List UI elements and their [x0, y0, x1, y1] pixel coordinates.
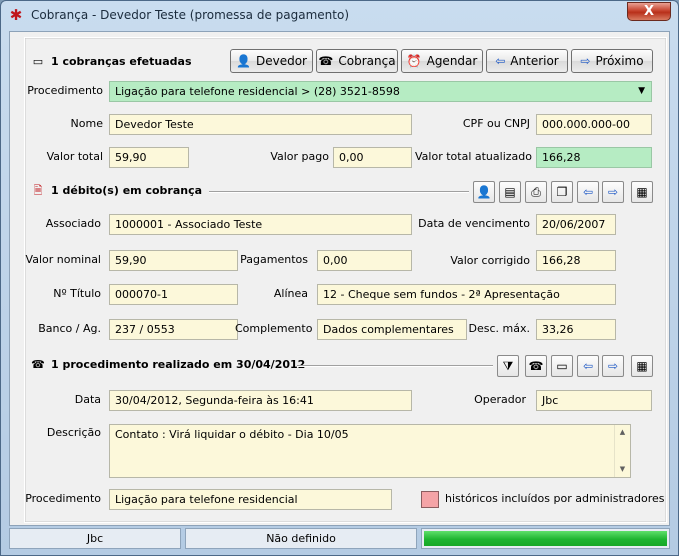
window-list-icon: ▭: [32, 55, 44, 68]
procedimento-section-header: ☎ 1 procedimento realizado em 30/04/2012: [29, 354, 305, 376]
banco-label: Banco / Ag.: [38, 322, 101, 335]
procedimento-divider: [297, 365, 493, 367]
close-button[interactable]: X: [627, 2, 671, 21]
debito-title: 1 débito(s) em cobrança: [51, 184, 203, 197]
client-area: ▭ 1 cobranças efetuadas 👤 Devedor ☎ Cobranç…: [9, 31, 670, 526]
person-coin-icon[interactable]: 👤: [473, 181, 495, 203]
scroll-up-icon[interactable]: ▲: [615, 425, 630, 440]
phone-add-icon[interactable]: ☎: [525, 355, 547, 377]
titulo-field[interactable]: 000070-1: [109, 284, 238, 305]
procedimento-select[interactable]: Ligação para telefone residencial > (28)…: [109, 81, 652, 102]
procedimento-title: 1 procedimento realizado em 30/04/2012: [51, 358, 306, 371]
descricao-text: Contato : Virá liquidar o débito - Dia 1…: [115, 428, 349, 441]
procedimento2-label: Procedimento: [25, 492, 101, 505]
anterior-button-label: Anterior: [510, 54, 559, 68]
valor-nominal-field[interactable]: 59,90: [109, 250, 238, 271]
debito-table-icon[interactable]: ▦: [631, 181, 653, 203]
status-progress-bar: [421, 528, 670, 549]
data-field[interactable]: 30/04/2012, Segunda-feira às 16:41: [109, 390, 412, 411]
procedimento2-field[interactable]: Ligação para telefone residencial: [109, 489, 392, 510]
proximo-button[interactable]: ⇨ Próximo: [571, 49, 653, 73]
nome-field[interactable]: Devedor Teste: [109, 114, 412, 135]
procedimento-prev-icon[interactable]: ⇦: [577, 355, 599, 377]
pagamentos-label: Pagamentos: [240, 253, 308, 266]
debt-document-icon: 🗎: [33, 184, 43, 197]
devedor-button-label: Devedor: [255, 54, 307, 68]
vencimento-label: Data de vencimento: [418, 217, 530, 230]
alarm-clock-icon: ⏰: [406, 54, 422, 68]
valor-total-field[interactable]: 59,90: [109, 147, 189, 168]
titulo-label: Nº Título: [53, 287, 101, 300]
pagamentos-field[interactable]: 0,00: [317, 250, 412, 271]
complemento-field[interactable]: Dados complementares: [317, 319, 467, 340]
valor-nominal-label: Valor nominal: [25, 253, 101, 266]
cpf-field[interactable]: 000.000.000-00: [536, 114, 652, 135]
nome-label: Nome: [70, 117, 103, 130]
status-state: Não definido: [185, 528, 417, 549]
valor-atualizado-label: Valor total atualizado: [415, 150, 532, 163]
valor-pago-field[interactable]: 0,00: [333, 147, 412, 168]
app-logo-icon: ✱: [9, 6, 23, 24]
status-progress-fill: [424, 531, 667, 546]
devedor-button[interactable]: 👤 Devedor: [230, 49, 313, 73]
procedimento-table-icon[interactable]: ▦: [631, 355, 653, 377]
person-icon: 👤: [236, 54, 251, 68]
debito-section-header: 🗎 1 débito(s) em cobrança: [29, 180, 202, 202]
admin-history-swatch: [421, 491, 439, 508]
arrow-right-icon: ⇨: [580, 54, 591, 68]
scroll-down-icon[interactable]: ▼: [615, 462, 630, 477]
debito-next-icon[interactable]: ⇨: [602, 181, 624, 203]
alinea-field[interactable]: 12 - Cheque sem fundos - 2ª Apresentação: [317, 284, 616, 305]
descricao-textarea[interactable]: Contato : Virá liquidar o débito - Dia 1…: [109, 424, 631, 478]
phone-handset-icon: ☎: [31, 358, 45, 371]
associado-label: Associado: [45, 217, 101, 230]
cobrancas-section-header: ▭ 1 cobranças efetuadas: [29, 51, 192, 73]
agendar-button[interactable]: ⏰ Agendar: [401, 49, 483, 73]
status-bar: Jbc Não definido: [9, 528, 670, 549]
debito-divider: [209, 191, 469, 193]
cobranca-button[interactable]: ☎ Cobrança: [316, 49, 398, 73]
banco-field[interactable]: 237 / 0553: [109, 319, 238, 340]
window-icon[interactable]: ▭: [551, 355, 573, 377]
cobrancas-title: 1 cobranças efetuadas: [51, 55, 192, 68]
title-bar[interactable]: ✱ Cobrança - Devedor Teste (promessa de …: [1, 1, 678, 31]
content-panel: ▭ 1 cobranças efetuadas 👤 Devedor ☎ Cobranç…: [24, 37, 667, 523]
associado-field[interactable]: 1000001 - Associado Teste: [109, 214, 412, 235]
procedimento-label: Procedimento: [27, 84, 103, 97]
main-window: ✱ Cobrança - Devedor Teste (promessa de …: [0, 0, 679, 556]
cobranca-button-label: Cobrança: [338, 54, 396, 68]
valor-atualizado-field[interactable]: 166,28: [536, 147, 652, 168]
phone-icon: ☎: [318, 54, 334, 68]
valor-corrigido-field[interactable]: 166,28: [536, 250, 616, 271]
valor-corrigido-label: Valor corrigido: [450, 254, 530, 267]
desc-label: Desc. máx.: [468, 322, 530, 335]
status-user: Jbc: [9, 528, 181, 549]
valor-total-label: Valor total: [46, 150, 103, 163]
admin-history-legend: históricos incluídos por administradores: [445, 492, 665, 505]
valor-pago-label: Valor pago: [270, 150, 329, 163]
complemento-label: Complemento: [235, 322, 313, 335]
operador-field[interactable]: Jbc: [536, 390, 652, 411]
arrow-left-icon: ⇦: [495, 54, 506, 68]
operador-label: Operador: [474, 393, 526, 406]
data-label: Data: [74, 393, 101, 406]
descricao-scrollbar[interactable]: ▲ ▼: [614, 425, 630, 477]
print-icon[interactable]: ⎙: [525, 181, 547, 203]
agendar-button-label: Agendar: [426, 54, 478, 68]
window-title: Cobrança - Devedor Teste (promessa de pa…: [31, 8, 349, 22]
alinea-label: Alínea: [273, 287, 308, 300]
procedimento-select-value: Ligação para telefone residencial > (28)…: [115, 85, 400, 98]
descricao-label: Descrição: [46, 426, 101, 439]
vencimento-field[interactable]: 20/06/2007: [536, 214, 616, 235]
proximo-button-label: Próximo: [595, 54, 644, 68]
filter-icon[interactable]: ⧩: [497, 355, 519, 377]
anterior-button[interactable]: ⇦ Anterior: [486, 49, 568, 73]
copy-icon[interactable]: ❐: [551, 181, 573, 203]
cpf-label: CPF ou CNPJ: [462, 117, 530, 130]
procedimento-next-icon[interactable]: ⇨: [602, 355, 624, 377]
wallet-icon[interactable]: ▤: [499, 181, 521, 203]
debito-prev-icon[interactable]: ⇦: [577, 181, 599, 203]
dropdown-arrow-icon[interactable]: ▼: [638, 82, 645, 101]
desc-field[interactable]: 33,26: [536, 319, 616, 340]
